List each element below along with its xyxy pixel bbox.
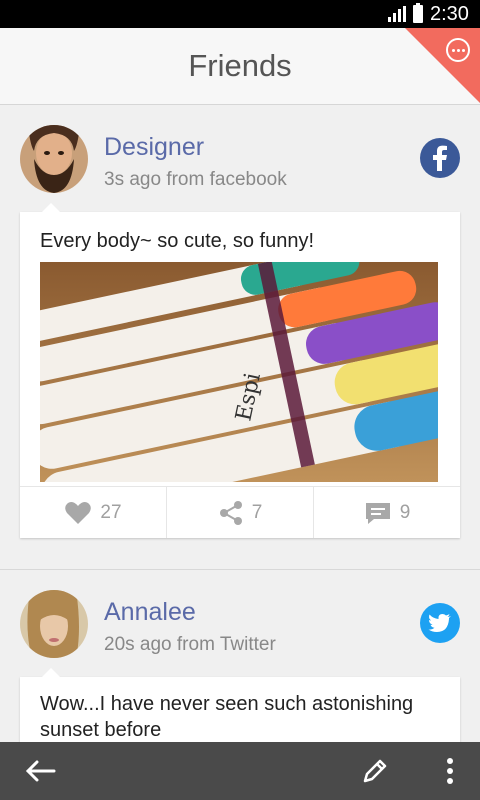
post-text: Every body~ so cute, so funny! [40, 230, 315, 252]
post-actions: 27 7 9 [20, 486, 460, 538]
battery-icon [413, 3, 423, 23]
share-count: 7 [251, 501, 263, 523]
comment-count: 9 [399, 501, 411, 523]
twitter-icon[interactable] [420, 603, 460, 643]
more-icon[interactable] [446, 38, 470, 62]
like-button[interactable]: 27 [20, 487, 166, 538]
app-header: Friends [0, 28, 480, 105]
post-header: Designer 3s ago from facebook [0, 105, 480, 205]
post-meta: 3s ago from facebook [104, 169, 287, 190]
compose-button[interactable] [345, 742, 405, 800]
share-button[interactable]: 7 [166, 487, 313, 538]
back-arrow-icon [25, 760, 56, 782]
bottom-action-bar [0, 742, 480, 800]
avatar[interactable] [20, 590, 88, 658]
more-vertical-icon [447, 758, 453, 784]
like-count: 27 [100, 501, 122, 523]
back-button[interactable] [10, 742, 70, 800]
share-icon [219, 500, 242, 525]
comment-button[interactable]: 9 [313, 487, 460, 538]
post-text: Wow...I have never seen such astonishing… [40, 693, 414, 741]
heart-icon [65, 501, 92, 524]
overflow-menu-button[interactable] [425, 742, 475, 800]
clock: 2:30 [430, 3, 469, 25]
post-header: Annalee 20s ago from Twitter [0, 570, 480, 670]
post-photo[interactable]: Espi [40, 262, 438, 482]
pencil-icon [363, 759, 387, 783]
author-name[interactable]: Designer [104, 133, 204, 162]
author-name[interactable]: Annalee [104, 598, 196, 627]
post-card: Every body~ so cute, so funny! Espi 27 7… [20, 203, 460, 538]
facebook-icon[interactable] [420, 138, 460, 178]
signal-icon [388, 6, 406, 22]
comment-icon [365, 502, 390, 524]
status-bar: 2:30 [0, 0, 480, 28]
post-meta: 20s ago from Twitter [104, 634, 276, 655]
corner-ribbon [405, 28, 480, 103]
avatar[interactable] [20, 125, 88, 193]
